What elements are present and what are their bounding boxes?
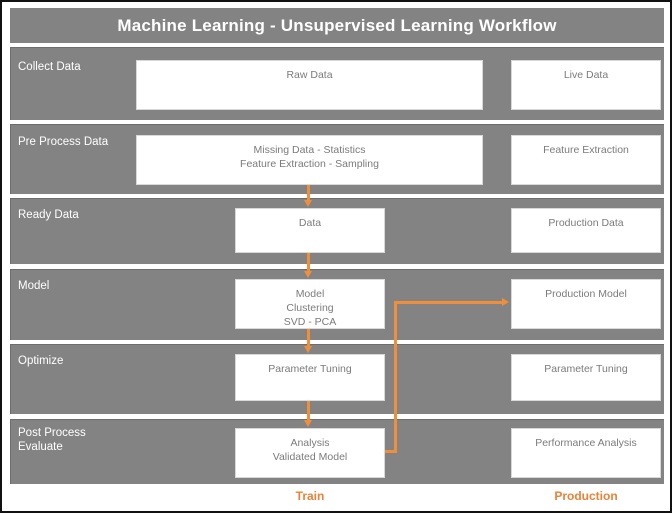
footer-label-production: Production	[554, 489, 618, 503]
connector-analysis-to-production-segment-v	[394, 301, 397, 453]
connector-analysis-to-production-segment-h2	[394, 301, 502, 304]
arrowhead-model-to-optimize-icon	[304, 346, 312, 353]
train-box-ready-data[interactable]: Data	[235, 208, 385, 253]
footer-label-train: Train	[295, 489, 325, 503]
diagram-title-band: Machine Learning - Unsupervised Learning…	[10, 8, 664, 43]
production-box-pre-process-data[interactable]: Feature Extraction	[511, 135, 661, 185]
connector-model-to-optimize	[307, 329, 310, 346]
production-box-collect-data[interactable]: Live Data	[511, 60, 661, 110]
row-label-model: Model	[18, 280, 50, 292]
row-label-pre-process-data: Pre Process Data	[18, 136, 109, 148]
production-box-model[interactable]: Production Model	[511, 279, 661, 329]
connector-preprocess-to-ready	[307, 185, 310, 201]
train-box-pre-process-data[interactable]: Missing Data - Statistics Feature Extrac…	[136, 135, 483, 185]
production-box-ready-data[interactable]: Production Data	[511, 208, 661, 253]
arrowhead-optimize-to-postprocess-icon	[304, 420, 312, 427]
connector-optimize-to-postprocess	[307, 401, 310, 420]
train-box-model[interactable]: Model Clustering SVD - PCA	[235, 279, 385, 329]
production-box-optimize[interactable]: Parameter Tuning	[511, 354, 661, 401]
train-box-post-process-evaluate[interactable]: Analysis Validated Model	[235, 428, 385, 478]
row-label-collect-data: Collect Data	[18, 61, 81, 73]
row-label-optimize: Optimize	[18, 355, 64, 367]
arrowhead-analysis-to-production-icon	[502, 298, 509, 306]
production-box-post-process-evaluate[interactable]: Performance Analysis	[511, 428, 661, 478]
workflow-diagram: Machine Learning - Unsupervised Learning…	[0, 0, 672, 513]
row-label-ready-data: Ready Data	[18, 209, 79, 221]
train-box-collect-data[interactable]: Raw Data	[136, 60, 483, 110]
connector-ready-to-model	[307, 253, 310, 271]
page-title: Machine Learning - Unsupervised Learning…	[117, 15, 557, 35]
arrowhead-ready-to-model-icon	[304, 271, 312, 278]
arrowhead-preprocess-to-ready-icon	[304, 200, 312, 207]
train-box-optimize[interactable]: Parameter Tuning	[235, 354, 385, 401]
row-label-post-process-evaluate: Post Process Evaluate	[18, 427, 86, 453]
